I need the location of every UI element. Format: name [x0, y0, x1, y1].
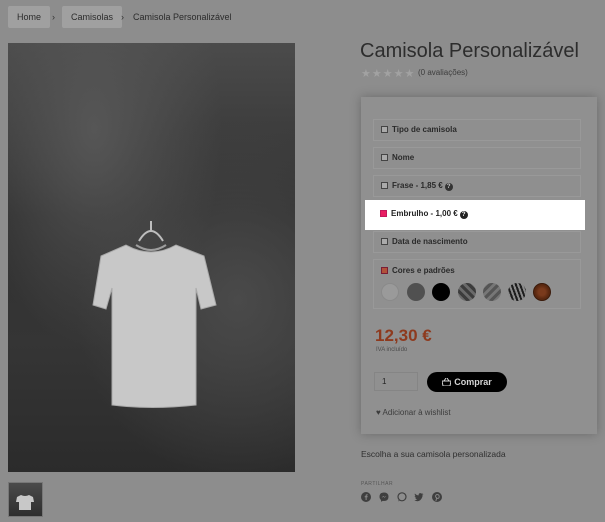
product-description: Escolha a sua camisola personalizada	[361, 449, 506, 459]
swatch-black[interactable]	[432, 283, 450, 301]
checkbox-checked[interactable]	[381, 267, 388, 274]
option-tipo-camisola[interactable]: Tipo de camisola	[373, 119, 581, 141]
checkbox[interactable]	[381, 126, 388, 133]
reviews-count[interactable]: (0 avaliações)	[418, 68, 468, 77]
swatch-white[interactable]	[381, 283, 399, 301]
share-label: PARTILHAR	[361, 481, 394, 487]
pinterest-icon[interactable]	[432, 492, 442, 502]
whatsapp-icon[interactable]	[397, 492, 407, 502]
checkbox-checked[interactable]	[380, 210, 387, 217]
swatch-pattern-basketball[interactable]	[533, 283, 551, 301]
option-label: Nome	[392, 153, 415, 162]
option-nome[interactable]: Nome	[373, 147, 581, 169]
product-image[interactable]	[8, 43, 295, 472]
checkbox[interactable]	[381, 154, 388, 161]
rating-stars[interactable]: ★★★★★	[361, 67, 415, 80]
swatch-pattern-check[interactable]	[458, 283, 476, 301]
option-label: Data de nascimento	[392, 237, 468, 246]
product-thumbnail[interactable]	[8, 482, 43, 517]
breadcrumb-separator: ›	[52, 12, 55, 22]
swatch-grey[interactable]	[407, 283, 425, 301]
breadcrumb-home[interactable]: Home	[8, 6, 51, 28]
swatch-pattern-grey[interactable]	[483, 283, 501, 301]
breadcrumb-current: Camisola Personalizável	[133, 12, 232, 22]
checkbox[interactable]	[381, 238, 388, 245]
messenger-icon[interactable]	[379, 492, 389, 502]
checkbox[interactable]	[381, 182, 388, 189]
product-title: Camisola Personalizável	[360, 40, 579, 62]
buy-button-label: Comprar	[454, 377, 492, 387]
option-cores-label[interactable]: Cores e padrões	[381, 263, 455, 279]
buy-button[interactable]: Comprar	[427, 372, 507, 392]
thumbnail-tshirt	[16, 495, 34, 510]
heart-icon: ♥	[376, 408, 381, 417]
cart-icon	[441, 377, 452, 387]
wishlist-label: Adicionar à wishlist	[382, 408, 451, 417]
tshirt-illustration	[92, 221, 217, 408]
help-icon[interactable]: ?	[444, 183, 453, 191]
option-label: Cores e padrões	[392, 266, 455, 275]
help-icon[interactable]: ?	[459, 211, 468, 219]
option-data-nascimento[interactable]: Data de nascimento	[373, 231, 581, 253]
option-frase[interactable]: Frase - 1,85 €?	[373, 175, 581, 197]
quantity-input[interactable]: 1	[374, 372, 418, 391]
twitter-icon[interactable]	[414, 492, 424, 502]
option-embrulho-highlight: Embrulho - 1,00 €?	[365, 200, 585, 230]
option-label: Tipo de camisola	[392, 125, 457, 134]
option-embrulho[interactable]: Embrulho - 1,00 €?	[373, 204, 581, 226]
wishlist-link[interactable]: ♥ Adicionar à wishlist	[376, 408, 451, 417]
facebook-icon[interactable]	[361, 492, 371, 502]
breadcrumb-separator: ›	[121, 12, 124, 22]
option-cores-padroes: Cores e padrões	[373, 259, 581, 309]
vat-note: IVA incluído	[376, 347, 408, 353]
breadcrumb-category[interactable]: Camisolas	[62, 6, 123, 28]
swatch-pattern-zebra[interactable]	[508, 283, 526, 301]
option-label: Frase - 1,85 €	[392, 181, 443, 190]
product-price: 12,30 €	[375, 326, 432, 345]
option-label: Embrulho - 1,00 €	[391, 209, 458, 218]
